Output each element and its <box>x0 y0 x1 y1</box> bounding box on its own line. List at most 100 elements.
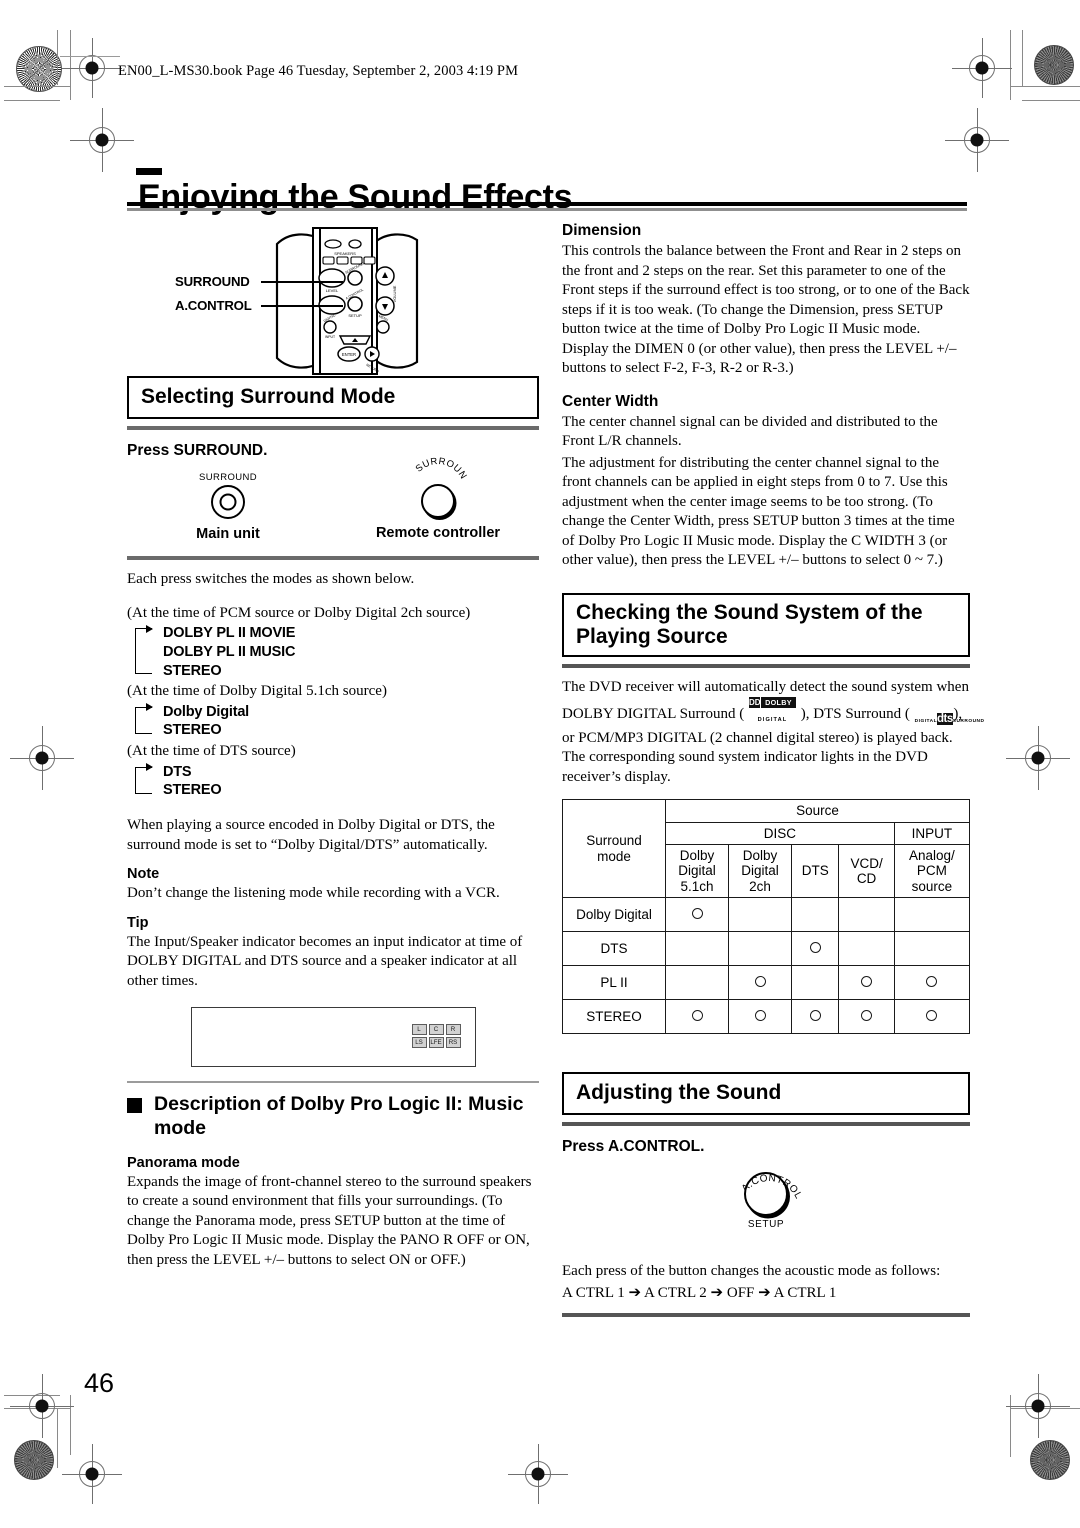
cell-dts-dd51 <box>664 931 730 967</box>
calibration-density-dot-bottomright <box>1030 1440 1070 1480</box>
surround-knob-illustrations: SURROUND Main unit SURROUND Remote contr… <box>127 450 539 542</box>
mode-list-dd51: Dolby Digital STEREO <box>127 703 539 740</box>
col0-line1: Digital <box>678 863 716 879</box>
speaker-indicator-ls: LS <box>411 1037 427 1049</box>
dolby-digital-subtext: DIGITAL <box>757 717 788 724</box>
registration-mark-bot-b <box>525 1461 551 1487</box>
speaker-indicator-lfe: LFE <box>428 1037 444 1049</box>
divider-before-pl2-section <box>127 1081 539 1084</box>
table-col-dolby-digital-2ch: Dolby Digital 2ch <box>728 844 793 899</box>
col4-line2: source <box>911 878 953 894</box>
row-label-dolby-digital: Dolby Digital <box>562 897 666 933</box>
center-width-text-2: The adjustment for distributing the cent… <box>562 454 955 569</box>
dolby-dd-mark: DD <box>749 697 761 709</box>
flow-bracket-dd51 <box>135 703 153 735</box>
cell-dts-dts <box>791 931 840 967</box>
col3-line1: CD <box>856 871 877 887</box>
mode-group-pcm: (At the time of PCM source or Dolby Digi… <box>127 604 539 681</box>
col2-line0: DTS <box>801 863 829 879</box>
registration-mark-botleft <box>29 1393 55 1419</box>
mark-circle-icon <box>754 1009 766 1021</box>
callout-label-surround: SURROUND <box>175 274 250 289</box>
section-banner-adjusting-sound: Adjusting the Sound <box>562 1072 970 1116</box>
flow-bracket-pcm <box>135 624 153 675</box>
cell-dolbydigital-analogpcm <box>893 897 971 933</box>
cell-pl2-dts <box>791 965 840 1001</box>
cell-dolbydigital-dts <box>791 897 840 933</box>
acontrol-setup-label: SETUP <box>747 1219 785 1231</box>
display-panel-illustration: L C R LS LFE RS <box>190 1007 476 1068</box>
mode-list-pcm: DOLBY PL II MOVIE DOLBY PL II MUSIC STER… <box>127 624 539 680</box>
pl2-music-heading-row: Description of Dolby Pro Logic II: Music… <box>127 1093 539 1141</box>
row-label-stereo: STEREO <box>562 999 666 1035</box>
cell-dts-dd2ch <box>728 931 793 967</box>
remote-knob-group: SURROUND Remote controller <box>359 450 513 542</box>
calibration-density-dot-topright <box>1034 45 1074 85</box>
checking-banner-line2: Playing Source <box>576 624 728 648</box>
panorama-mode-text: Expands the image of front-channel stere… <box>127 1173 532 1268</box>
mode-condition-pcm: (At the time of PCM source or Dolby Digi… <box>127 604 471 621</box>
cell-stereo-analogpcm <box>893 999 971 1035</box>
mark-circle-icon <box>861 1009 873 1021</box>
center-width-text-1: The center channel signal can be divided… <box>562 413 938 450</box>
table-row: Dolby Digital <box>562 897 971 933</box>
pl2-music-heading: Description of Dolby Pro Logic II: Music… <box>154 1093 524 1139</box>
section-banner-checking-sound-system: Checking the Sound System of the Playing… <box>562 592 970 657</box>
mark-circle-icon <box>691 907 703 919</box>
callout-line-surround <box>261 281 343 283</box>
banner-underline-surround <box>127 426 539 431</box>
checking-para-part2: ), DTS Surround ( <box>797 706 914 723</box>
table-col-analog-pcm: Analog/ PCM source <box>893 844 971 899</box>
table-col-dts: DTS <box>791 844 840 899</box>
mode-condition-dts: (At the time of DTS source) <box>127 743 296 760</box>
row-label-dts: DTS <box>562 931 666 967</box>
table-row: DTS <box>562 931 971 967</box>
banner-underline-checking <box>562 663 970 668</box>
svg-text:ENTER: ENTER <box>342 352 356 357</box>
registration-mark-botright <box>1025 1393 1051 1419</box>
crop-line-top-right-v <box>1010 30 1011 100</box>
crop-line-top-left-v <box>57 30 58 85</box>
crop-line-top-right-h2 <box>1022 100 1080 101</box>
surround-knob-remote-icon <box>421 484 455 519</box>
page-number: 46 <box>84 1368 115 1398</box>
each-press-intro: Each press switches the modes as shown b… <box>127 571 415 588</box>
mark-circle-icon <box>754 975 766 987</box>
crop-line-top-right-v2 <box>1022 30 1023 86</box>
svg-text:VOLUME: VOLUME <box>392 285 397 302</box>
crop-line-top-right-h <box>1010 86 1080 87</box>
crop-line-bottom-left-v <box>57 1408 58 1468</box>
cell-dts-vcdcd <box>838 931 895 967</box>
registration-mark-top-b <box>969 55 995 81</box>
table-col-dolby-digital-51ch: Dolby Digital 5.1ch <box>664 844 730 899</box>
press-acontrol-instruction: Press A.CONTROL. <box>562 1138 705 1156</box>
mark-circle-icon <box>861 975 873 987</box>
remote-illustration: SPEAKERS LEVEL SURROUND A.CONTROL SETUP … <box>127 226 539 376</box>
table-row: PL II <box>562 965 971 1001</box>
remote-controller-label: Remote controller <box>375 525 501 542</box>
crop-line-top-left-h <box>4 86 70 87</box>
crop-line-bottom-right-v <box>1010 1395 1011 1457</box>
mark-circle-icon <box>691 1009 703 1021</box>
mode-group-dts: (At the time of DTS source) DTS STEREO <box>127 742 539 800</box>
mark-circle-icon <box>926 975 938 987</box>
cell-stereo-dd51 <box>664 999 730 1035</box>
cell-stereo-vcdcd <box>838 999 895 1035</box>
table-row-source-header: Surround mode Source <box>562 799 970 899</box>
cell-dts-analogpcm <box>893 931 971 967</box>
surround-knob-main-unit-icon <box>211 485 245 520</box>
auto-mode-paragraph: When playing a source encoded in Dolby D… <box>127 817 495 853</box>
mode-list-dts: DTS STEREO <box>127 763 539 800</box>
col3-line0: VCD/ <box>850 855 883 871</box>
svg-text:SPEAKERS: SPEAKERS <box>334 251 356 256</box>
col4-line0: Analog/ <box>908 848 955 864</box>
cell-dolbydigital-dd51 <box>664 897 730 933</box>
table-header-source: Source <box>665 799 970 823</box>
right-column: Dimension This controls the balance betw… <box>562 222 984 1318</box>
speaker-indicator-c: C <box>428 1024 444 1036</box>
table-header-surround-mode: Surround mode <box>562 799 666 899</box>
divider-after-knobs <box>127 556 539 561</box>
cell-pl2-dd51 <box>664 965 730 1001</box>
speaker-indicator-grid: L C R LS LFE RS <box>411 1024 461 1049</box>
speaker-indicator-r: R <box>445 1024 461 1036</box>
